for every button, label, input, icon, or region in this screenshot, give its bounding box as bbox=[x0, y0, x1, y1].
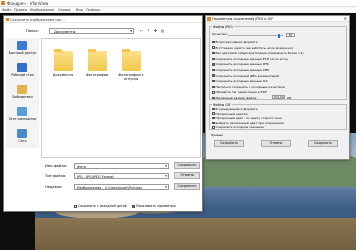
menu-help[interactable]: Помощь bbox=[86, 8, 100, 12]
show-options-checkbox[interactable]: Показывать параметры bbox=[132, 204, 176, 208]
chevron-down-icon: ▾ bbox=[165, 185, 167, 189]
quality-label: Качество: bbox=[212, 32, 228, 36]
save-as-dialog: Сохранить изображение как... Папка: Доку… bbox=[3, 15, 203, 212]
app-icon bbox=[1, 1, 5, 5]
option-checkbox[interactable]: Сохранить исходные данные ICC bbox=[212, 79, 268, 83]
library-icon bbox=[17, 85, 27, 94]
option-checkbox[interactable]: В чередующемся формате bbox=[212, 107, 258, 111]
place-this-pc[interactable]: Этот компьютер bbox=[6, 104, 39, 126]
location-dropdown[interactable]: Изображения - C:\Users\user\Pictures ▾ bbox=[74, 184, 169, 190]
quality-slider[interactable] bbox=[228, 33, 283, 38]
option-checkbox[interactable]: Без цветовой субдискретизации (применить… bbox=[212, 51, 304, 55]
folder-dropdown[interactable]: Документы ▾ bbox=[49, 28, 134, 34]
app-titlebar: Фондреч - IrfanView bbox=[0, 0, 356, 7]
params-apply-button[interactable]: Сохранить bbox=[308, 140, 338, 147]
place-quick-access[interactable]: Быстрый доступ bbox=[6, 38, 39, 60]
filetype-label: Тип файла: bbox=[45, 174, 67, 178]
app-title: Фондреч - IrfanView bbox=[7, 1, 49, 6]
location-label: Недавно: bbox=[45, 185, 63, 189]
menu-image[interactable]: Изображение bbox=[30, 8, 54, 12]
star-icon bbox=[17, 41, 27, 50]
option-checkbox[interactable]: Сохранить исходные данные IPTC bbox=[212, 62, 269, 66]
back-icon[interactable]: ← bbox=[139, 28, 144, 34]
chevron-down-icon: ▾ bbox=[130, 29, 132, 33]
chevron-down-icon: ▾ bbox=[165, 164, 167, 168]
menu-tools[interactable]: Сервис bbox=[58, 8, 71, 12]
computer-icon bbox=[17, 107, 27, 116]
option-checkbox[interactable]: Желаемый размер файла: bbox=[212, 96, 257, 100]
folder-icon bbox=[122, 49, 141, 71]
filesize-input[interactable]: 150.00 bbox=[272, 95, 285, 99]
network-icon bbox=[17, 129, 27, 138]
option-checkbox[interactable]: Обновить тег ориентации в EXIF bbox=[212, 90, 267, 94]
up-folder-icon[interactable]: ↑ bbox=[146, 28, 151, 34]
gif-group: Файлы GIF В чередующемся формате Прозрачн… bbox=[209, 103, 347, 130]
close-icon[interactable]: × bbox=[344, 16, 347, 21]
jpeg-gif-options-dialog: Параметры сохранения JPEG и GIF × Файлы … bbox=[205, 15, 350, 160]
folder-item[interactable]: Фотографии bbox=[82, 49, 112, 87]
folder-icon bbox=[88, 49, 107, 71]
option-checkbox[interactable]: Прозрачный цвет - по цвету старого окна bbox=[212, 116, 282, 120]
menu-file[interactable]: Файл bbox=[2, 8, 11, 12]
option-checkbox[interactable]: Прозрачным цветом bbox=[212, 112, 248, 116]
app-icon bbox=[207, 17, 211, 21]
places-bar: Быстрый доступ Рабочий стол Библиотеки Э… bbox=[6, 38, 39, 148]
dialog-title: Параметры сохранения JPEG и GIF bbox=[212, 17, 274, 21]
option-checkbox[interactable]: Сохранить исходный JPEG комментарий bbox=[212, 74, 279, 78]
preview-group: Превью bbox=[211, 133, 224, 137]
filesize-unit: КБ bbox=[287, 95, 292, 100]
cancel-button[interactable]: Отмена bbox=[174, 172, 200, 179]
folder-label: Папка: bbox=[26, 29, 39, 33]
save-button[interactable]: Сохранить bbox=[174, 162, 200, 169]
filetype-dropdown[interactable]: JPG - JPG/JPEG Format ▾ bbox=[74, 173, 169, 179]
option-checkbox[interactable]: Сохранить исходные данные EXIF (если ест… bbox=[212, 57, 288, 61]
params-cancel-button[interactable]: Отмена bbox=[261, 140, 291, 147]
chevron-down-icon: ▾ bbox=[165, 174, 167, 178]
option-checkbox[interactable]: В оттенках серого (не заботясь, если воз… bbox=[212, 46, 293, 50]
jpeg-group: Файлы JPEG Качество: 80 В прогрессивном … bbox=[209, 25, 347, 100]
folder-icon bbox=[54, 49, 73, 71]
desktop-icon bbox=[17, 63, 27, 72]
dialog-title: Сохранить изображение как... bbox=[10, 17, 65, 22]
folder-item[interactable]: Документы bbox=[48, 49, 78, 87]
app-icon bbox=[5, 17, 9, 21]
option-checkbox[interactable]: Сохранить исходное значение bbox=[212, 125, 264, 129]
option-checkbox[interactable]: Пытаться сохранять с исходным качеством bbox=[212, 85, 285, 89]
option-checkbox[interactable]: В прогрессивном формате bbox=[212, 40, 258, 44]
option-checkbox[interactable]: выбрать прозрачный цвет при сохранении bbox=[212, 121, 284, 125]
folder-value: Документы bbox=[54, 29, 76, 34]
quality-value[interactable]: 80 bbox=[286, 33, 295, 37]
place-libraries[interactable]: Библиотеки bbox=[6, 82, 39, 104]
menu-view[interactable]: Вид bbox=[76, 8, 83, 12]
filename-input[interactable]: Фото ▾ bbox=[74, 163, 169, 169]
place-network[interactable]: Сеть bbox=[6, 126, 39, 148]
view-menu-icon[interactable]: ▤ bbox=[160, 28, 165, 34]
new-folder-icon[interactable]: ✚ bbox=[153, 28, 158, 34]
dialog-titlebar: Параметры сохранения JPEG и GIF × bbox=[206, 16, 349, 22]
file-list: Документы Фотографии Фотографии с отпуск… bbox=[41, 38, 201, 158]
dialog-titlebar: Сохранить изображение как... bbox=[4, 16, 202, 23]
option-checkbox[interactable]: Сохранить исходные данные XMP bbox=[212, 68, 269, 72]
folder-item[interactable]: Фотографии с отпуска bbox=[116, 49, 146, 87]
filename-label: Имя файла: bbox=[45, 164, 68, 168]
save-original-date-checkbox[interactable]: Сохранить с исходной датой bbox=[74, 204, 127, 208]
place-desktop[interactable]: Рабочий стол bbox=[6, 60, 39, 82]
open-button[interactable]: Сохранить bbox=[174, 183, 200, 190]
menu-edit[interactable]: Правка bbox=[14, 8, 27, 12]
params-save-button[interactable]: Сохранить bbox=[214, 140, 244, 147]
